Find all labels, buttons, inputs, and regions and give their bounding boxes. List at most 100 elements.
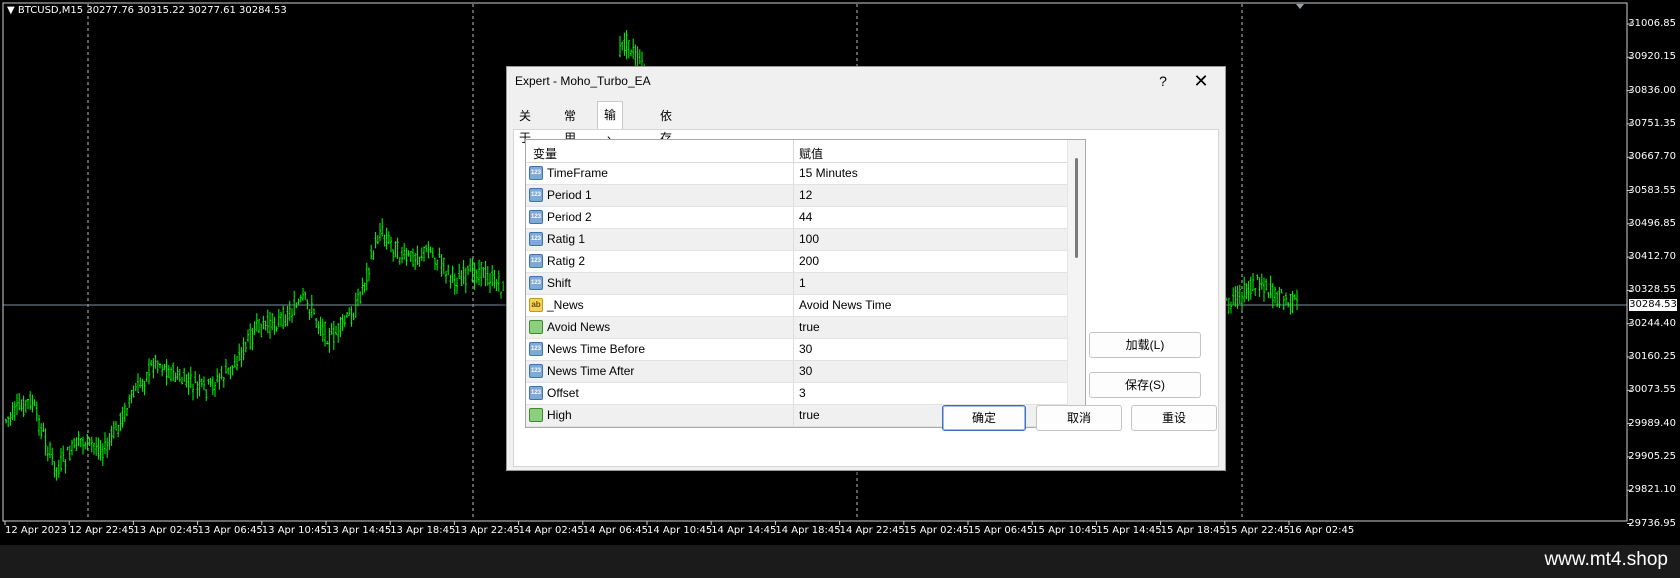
time-tick-label: 14 Apr 18:45: [775, 525, 841, 536]
param-value[interactable]: true: [799, 408, 820, 422]
price-tick-label: 30583.55: [1628, 184, 1676, 196]
time-tick-label: 12 Apr 2023: [5, 525, 67, 536]
time-tick-label: 15 Apr 18:45: [1160, 525, 1226, 536]
cancel-button[interactable]: 取消: [1036, 405, 1122, 431]
column-divider: [793, 251, 794, 272]
param-value[interactable]: 200: [799, 254, 819, 268]
save-button[interactable]: 保存(S): [1089, 372, 1201, 398]
vertical-scrollbar[interactable]: [1067, 140, 1085, 427]
column-divider: [793, 427, 794, 428]
time-tick-label: 13 Apr 14:45: [326, 525, 392, 536]
column-divider: [793, 405, 794, 426]
symbol-info: ▼ BTCUSD,M15 30277.76 30315.22 30277.61 …: [7, 5, 287, 16]
table-row[interactable]: 123 News Time Before 30: [526, 339, 1067, 361]
param-value[interactable]: 100: [799, 232, 819, 246]
tab-common[interactable]: 常用: [558, 105, 582, 145]
column-divider: [793, 317, 794, 338]
table-header: 变量 赋值: [526, 140, 1067, 163]
price-tick-label: 30836.00: [1628, 84, 1676, 96]
help-button[interactable]: ?: [1149, 69, 1177, 93]
time-tick-label: 15 Apr 10:45: [1032, 525, 1098, 536]
param-name: Ratig 2: [547, 254, 586, 268]
footer-bar: [0, 545, 1680, 578]
time-tick-label: 13 Apr 22:45: [454, 525, 520, 536]
param-value[interactable]: 1: [799, 276, 806, 290]
param-value[interactable]: 3: [799, 386, 806, 400]
inputs-table[interactable]: 变量 赋值 123 TimeFrame 15 Minutes 123 Period 11…: [525, 139, 1086, 428]
dropdown-triangle-icon[interactable]: ▼: [7, 5, 15, 16]
price-tick-label: 31006.85: [1628, 18, 1676, 29]
integer-param-icon: 123: [529, 166, 543, 180]
time-tick-label: 13 Apr 02:45: [133, 525, 199, 536]
price-tick-label: 30244.40: [1628, 317, 1676, 329]
table-row[interactable]: 123 Offset 3: [526, 383, 1067, 405]
time-tick-label: 13 Apr 06:45: [197, 525, 263, 536]
param-value[interactable]: true: [799, 320, 820, 334]
param-value[interactable]: 30: [799, 342, 812, 356]
integer-param-icon: 123: [529, 232, 543, 246]
time-tick-label: 13 Apr 10:45: [261, 525, 327, 536]
tab-inputs[interactable]: 输入参数: [597, 101, 624, 203]
time-tick-label: 15 Apr 02:45: [903, 525, 969, 536]
param-value[interactable]: Avoid News Time: [799, 298, 891, 312]
table-row[interactable]: 123 TimeFrame 15 Minutes: [526, 163, 1067, 185]
time-tick-label: 14 Apr 14:45: [711, 525, 777, 536]
param-name: News Time Before: [547, 342, 646, 356]
time-tick-label: 14 Apr 10:45: [647, 525, 713, 536]
close-button[interactable]: ✕: [1185, 69, 1217, 93]
param-name: TimeFrame: [547, 166, 608, 180]
param-value[interactable]: 30: [799, 364, 812, 378]
price-tick-label: 29821.10: [1628, 484, 1676, 496]
column-divider: [793, 229, 794, 250]
param-name: Avoid News: [547, 320, 611, 334]
table-row[interactable]: 123 Ratig 1 100: [526, 229, 1067, 251]
load-button[interactable]: 加载(L): [1089, 332, 1201, 358]
param-name: Period 1: [547, 188, 592, 202]
time-tick-label: 15 Apr 06:45: [968, 525, 1034, 536]
column-header-variable[interactable]: 变量: [533, 145, 557, 162]
param-name: Period 2: [547, 210, 592, 224]
price-tick-label: 30667.70: [1628, 151, 1676, 163]
current-price-label: 30284.53: [1629, 299, 1677, 311]
param-name: _News: [547, 298, 584, 312]
time-tick-label: 15 Apr 22:45: [1224, 525, 1290, 536]
string-param-icon: ab: [529, 298, 543, 312]
price-tick-label: 30496.85: [1628, 217, 1676, 229]
column-divider: [793, 383, 794, 404]
column-divider: [793, 185, 794, 206]
table-row[interactable]: 123 Ratig 2 200: [526, 251, 1067, 273]
watermark: www.mt4.shop: [1544, 549, 1668, 570]
integer-param-icon: 123: [529, 386, 543, 400]
price-tick-label: 29736.95: [1628, 517, 1676, 529]
time-tick-label: 15 Apr 14:45: [1096, 525, 1162, 536]
tab-dependencies[interactable]: 依存关系: [654, 105, 678, 189]
time-tick-label: 12 Apr 22:45: [69, 525, 135, 536]
table-row[interactable]: 123 Period 1 12: [526, 185, 1067, 207]
column-divider: [793, 207, 794, 228]
table-row[interactable]: Avoid News true: [526, 317, 1067, 339]
column-divider[interactable]: [793, 140, 794, 162]
expert-dialog: Expert - Moho_Turbo_EA ? ✕ 关于 常用 输入参数 依存…: [506, 66, 1226, 471]
table-row[interactable]: 123 News Time After 30: [526, 361, 1067, 383]
price-tick-label: 30160.25: [1628, 351, 1676, 362]
scrollbar-thumb[interactable]: [1075, 158, 1078, 258]
param-name: Ratig 1: [547, 232, 586, 246]
column-divider: [793, 163, 794, 184]
dialog-title: Expert - Moho_Turbo_EA: [515, 74, 651, 88]
param-name: News Time After: [547, 364, 635, 378]
ok-button[interactable]: 确定: [942, 405, 1026, 431]
column-divider: [793, 295, 794, 316]
reset-button[interactable]: 重设: [1131, 405, 1217, 431]
param-value[interactable]: 15 Minutes: [799, 166, 858, 180]
column-header-value[interactable]: 赋值: [799, 145, 823, 162]
integer-param-icon: 123: [529, 364, 543, 378]
param-value[interactable]: 44: [799, 210, 812, 224]
param-value[interactable]: 12: [799, 188, 812, 202]
table-row[interactable]: ab _News Avoid News Time: [526, 295, 1067, 317]
table-row[interactable]: 123 Shift 1: [526, 273, 1067, 295]
tab-about[interactable]: 关于: [513, 105, 537, 145]
table-row[interactable]: 123 Period 2 44: [526, 207, 1067, 229]
table-rows: 123 TimeFrame 15 Minutes 123 Period 1 12 123 Pe…: [526, 163, 1067, 428]
column-divider: [793, 361, 794, 382]
param-name: Offset: [547, 386, 579, 400]
